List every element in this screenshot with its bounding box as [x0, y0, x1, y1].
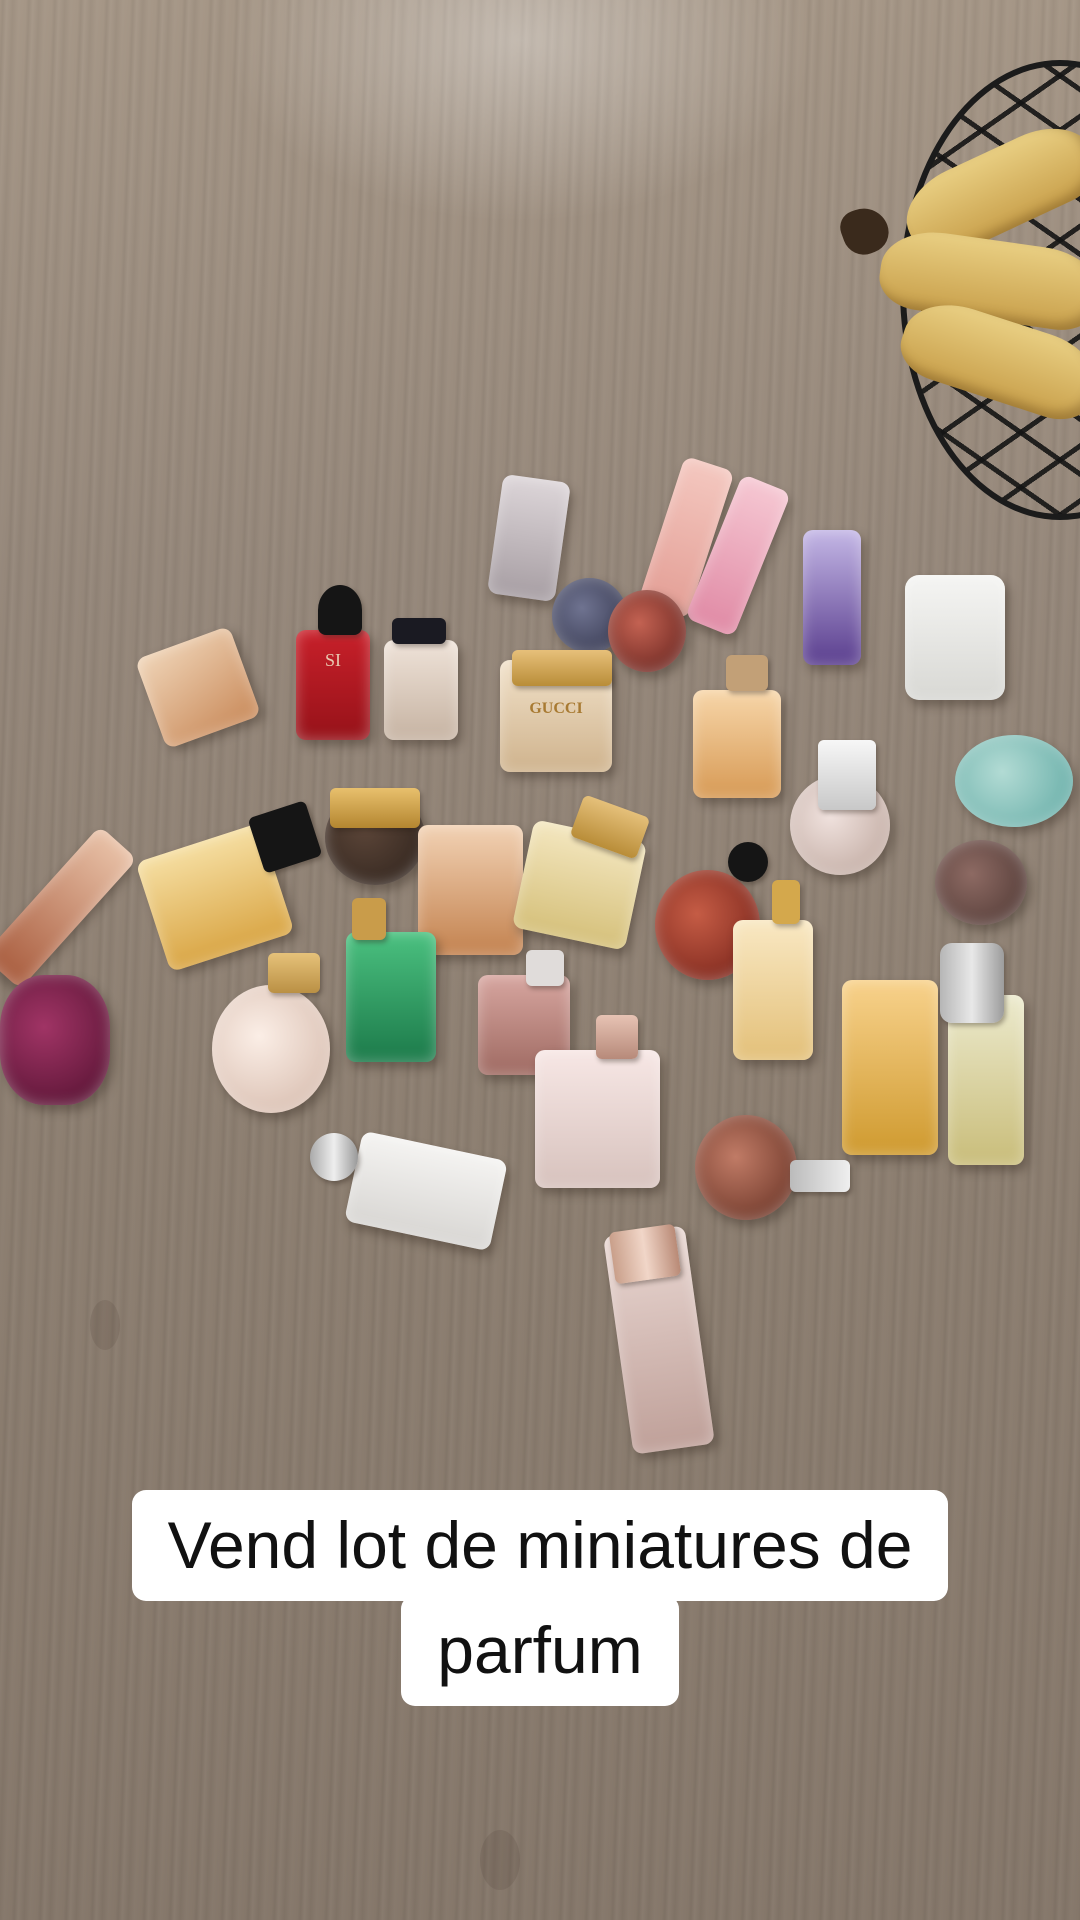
perfume-bottle — [955, 735, 1073, 827]
perfume-bottle — [535, 1050, 660, 1188]
wood-knot — [480, 1830, 520, 1890]
caption-line-2: parfum — [401, 1595, 679, 1707]
bottle-cap — [352, 898, 386, 940]
bottle-label: SI — [324, 650, 341, 670]
perfume-bottle — [693, 690, 781, 798]
perfume-bottle — [842, 980, 938, 1155]
bottle-cap — [940, 943, 1004, 1023]
bottle-cap — [608, 1223, 682, 1285]
bottle-cap — [728, 842, 768, 882]
bottle-cap — [392, 618, 446, 644]
perfume-bottle — [384, 640, 458, 740]
perfume-bottle-si: SI — [296, 630, 370, 740]
photo-background: SI GUCCI Vend lot de miniatures de parfu… — [0, 0, 1080, 1920]
caption: Vend lot de miniatures de parfum — [0, 1490, 1080, 1707]
bottle-cap — [512, 650, 612, 686]
bottle-cap — [772, 880, 800, 924]
bottle-cap — [330, 788, 420, 828]
perfume-bottle — [134, 625, 262, 750]
perfume-bottle — [695, 1115, 797, 1220]
bottle-cap — [526, 950, 564, 986]
perfume-bottle — [486, 473, 572, 603]
bottle-cap — [818, 740, 876, 810]
bottle-cap — [726, 655, 768, 691]
perfume-bottle — [608, 590, 686, 672]
perfume-bottle — [803, 530, 861, 665]
wood-knot — [90, 1300, 120, 1350]
perfume-bottle — [905, 575, 1005, 700]
perfume-bottle — [344, 1130, 508, 1252]
perfume-bottle — [935, 840, 1027, 925]
bottle-cap — [310, 1133, 358, 1181]
perfume-bottle — [733, 920, 813, 1060]
perfume-bottle — [212, 985, 330, 1113]
perfume-bottle — [0, 975, 110, 1105]
bottle-cap — [268, 953, 320, 993]
bottle-label: GUCCI — [529, 700, 583, 717]
bottle-cap — [596, 1015, 638, 1059]
perfume-bottle — [0, 825, 138, 990]
bottle-cap — [318, 585, 362, 635]
bottle-cap — [790, 1160, 850, 1192]
caption-line-1: Vend lot de miniatures de — [131, 1490, 949, 1602]
perfume-bottle — [346, 932, 436, 1062]
